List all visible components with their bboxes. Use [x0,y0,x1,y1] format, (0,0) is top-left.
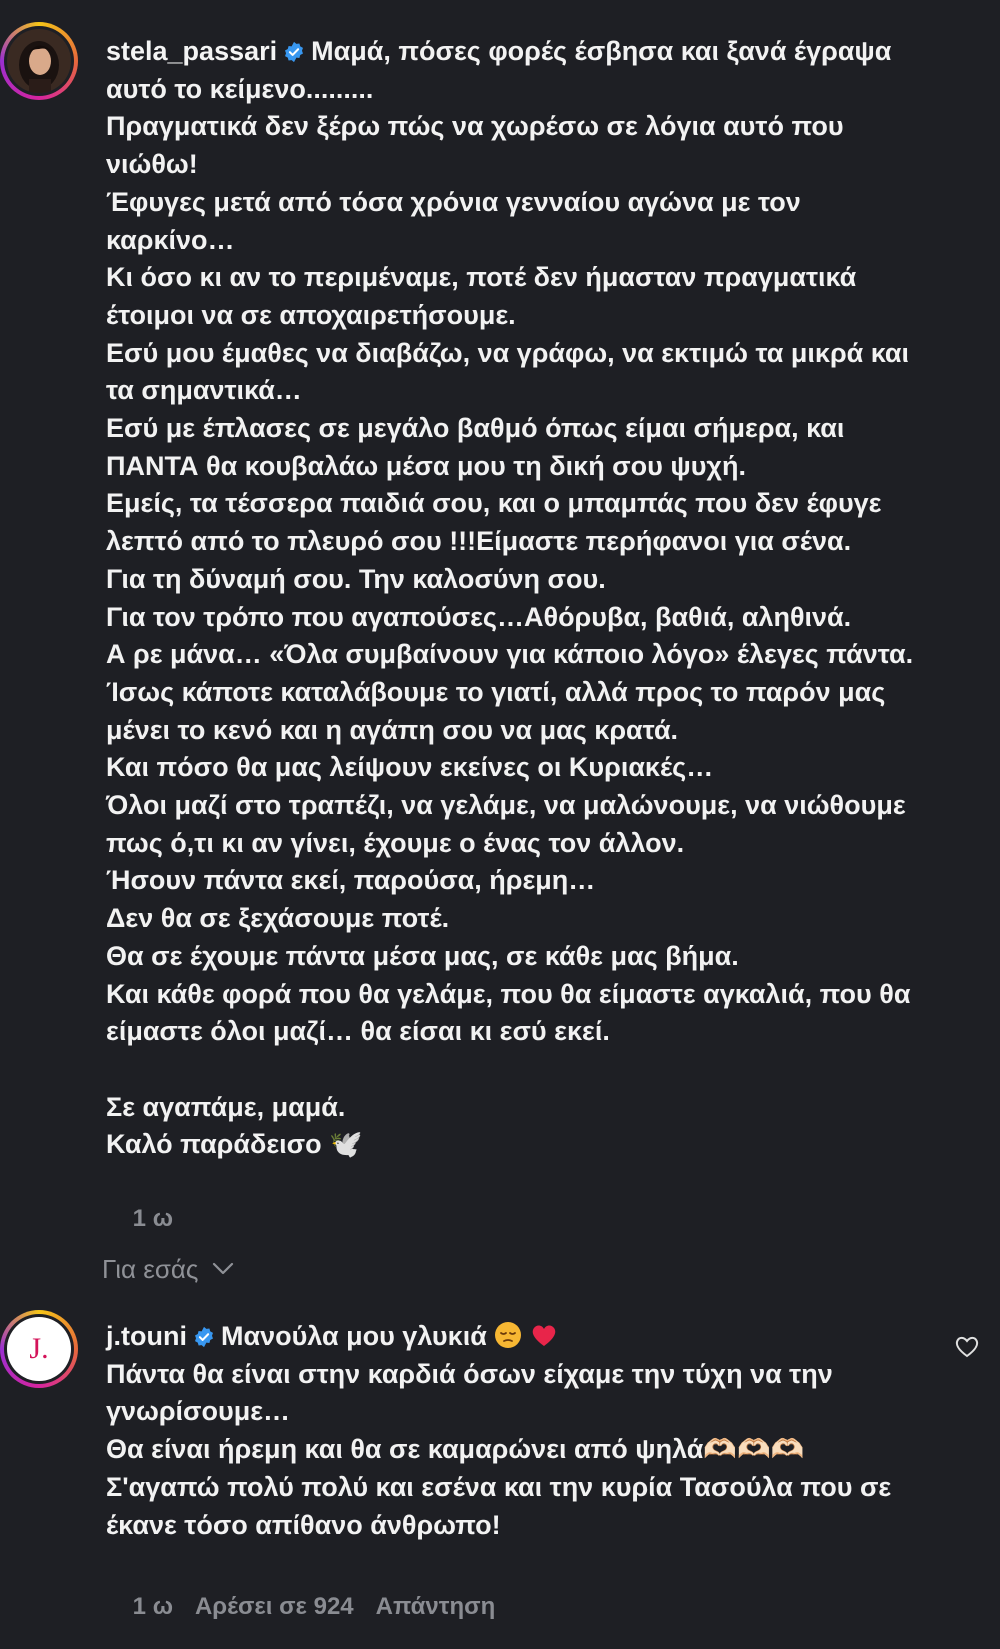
comment-body: j.touni Μανούλα μου γλυκιά Πάντα θα είναι… [106,1318,956,1544]
heart-outline-icon[interactable] [952,1331,982,1361]
pensive-face-emoji [494,1322,521,1348]
like-count[interactable]: Αρέσει σε 924 [195,1593,354,1620]
comment-meta: 1 ω [106,1177,195,1261]
for-you-label: Για εσάς [102,1254,199,1284]
chevron-down-icon [212,1262,233,1275]
comment-line: Ίσως κάποτε καταλάβουμε το γιατί, αλλά π… [106,676,886,707]
for-you-filter[interactable]: Για εσάς [102,1254,234,1285]
comment-line: είμαστε όλοι μαζί… θα είσαι κι εσύ εκεί. [106,1016,610,1047]
verified-badge-icon [285,41,304,63]
comment-line: Εμείς, τα τέσσερα παιδιά σου, και ο μπαμ… [106,488,882,519]
avatar-stela-passari[interactable] [0,22,78,100]
comment-line: Ήσουν πάντα εκεί, παρούσα, ήρεμη… [106,865,596,896]
comment-line: Έφυγες μετά από τόσα χρόνια γενναίου αγώ… [106,186,801,217]
comment-meta: 1 ω Αρέσει σε 924 Απάντηση [106,1565,517,1649]
comment-line: Θα είναι ήρεμη και θα σε καμαρώνει από ψ… [106,1434,805,1465]
comment-line: έκανε τόσο απίθανο άνθρωπο! [106,1509,501,1540]
comment-line-blank [106,1051,956,1089]
comment-line: Κι όσο κι αν το περιμέναμε, ποτέ δεν ήμα… [106,262,857,293]
comment-line: έτοιμοι να σε αποχαιρετήσουμε. [106,299,516,330]
comment-line: Α ρε μάνα… «Όλα συμβαίνουν για κάποιο λό… [106,639,914,670]
comment-line: Θα σε έχουμε πάντα μέσα μας, σε κάθε μας… [106,940,739,971]
comment-line: μένει το κενό και η αγάπη σου να μας κρα… [106,714,679,745]
avatar-logo: J. [29,1332,49,1365]
comment-line: Δεν θα σε ξεχάσουμε ποτέ. [106,903,450,934]
comment-line: Μανούλα μου γλυκιά [220,1321,487,1351]
comment-line: γνωρίσουμε… [106,1396,291,1427]
comment-line: νιώθω! [106,149,198,180]
comment-line: λεπτό από το πλευρό σου !!!Είμαστε περήφ… [106,526,852,557]
comment-line: αυτό το κείμενο......... [106,73,374,104]
comment-line: Σε αγαπάμε, μαμά. [106,1091,346,1122]
comment-line: Πάντα θα είναι στην καρδιά όσων είχαμε τ… [106,1358,833,1389]
comment-line: Εσύ μου έμαθες να διαβάζω, να γράφω, να … [106,337,910,368]
comment-timestamp[interactable]: 1 ω [133,1593,173,1620]
comment-line: Για τη δύναμή σου. Την καλοσύνη σου. [106,563,606,594]
username[interactable]: stela_passari [106,36,277,66]
comment-body: stela_passari Μαμά, πόσες φορές έσβησα κα… [106,33,956,1164]
comment-line: Και πόσο θα μας λείψουν εκείνες οι Κυρια… [106,752,714,783]
avatar-j-touni[interactable]: J. [0,1310,78,1388]
reply-button[interactable]: Απάντηση [376,1593,496,1620]
verified-badge-icon [195,1326,213,1348]
comment-line: καρκίνο… [106,224,235,255]
username[interactable]: j.touni [106,1321,187,1351]
comment-line: πως ό,τι κι αν γίνει, έχουμε ο ένας τον … [106,827,685,858]
comment-line: Πραγματικά δεν ξέρω πώς να χωρέσω σε λόγ… [106,111,844,142]
comment-line: Όλοι μαζί στο τραπέζι, να γελάμε, να μαλ… [106,790,906,821]
red-heart-emoji [532,1325,556,1346]
comment-line: τα σημαντικά… [106,375,302,406]
comment-line: Για τον τρόπο που αγαπούσες…Αθόρυβα, βαθ… [106,601,852,632]
avatar-photo [7,29,71,93]
comment-timestamp[interactable]: 1 ω [133,1205,173,1232]
comment-line: Μαμά, πόσες φορές έσβησα και ξανά έγραψα [311,36,892,66]
comment-line: ΠΑΝΤΑ θα κουβαλάω μέσα μου τη δική σου ψ… [106,450,746,481]
comment-line: Καλό παράδεισο 🕊️ [106,1129,363,1160]
comment-line: Εσύ με έπλασες σε μεγάλο βαθμό όπως είμα… [106,413,845,444]
comment-line: Σ'αγαπώ πολύ πολύ και εσένα και την κυρί… [106,1471,892,1502]
comment-line: Και κάθε φορά που θα γελάμε, που θα είμα… [106,978,911,1009]
